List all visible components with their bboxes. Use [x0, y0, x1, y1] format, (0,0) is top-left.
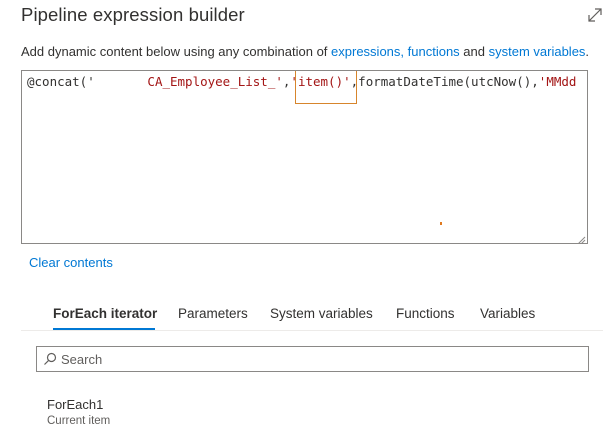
dialog-title: Pipeline expression builder: [21, 4, 245, 25]
cursor-marker: [440, 222, 442, 225]
dialog-description: Add dynamic content below using any comb…: [21, 44, 589, 59]
expression-editor[interactable]: @concat(' CA_Employee_List_','item()',fo…: [21, 70, 588, 244]
search-icon: [43, 352, 57, 366]
search-box[interactable]: [36, 346, 589, 372]
functions-link[interactable]: functions: [408, 44, 460, 59]
resize-grip-icon[interactable]: [576, 232, 586, 243]
tab-foreach-iterator[interactable]: ForEach iterator: [53, 306, 157, 321]
description-prefix: Add dynamic content below using any comb…: [21, 44, 332, 59]
tab-variables[interactable]: Variables: [480, 306, 535, 321]
list-item-title: ForEach1: [47, 397, 104, 412]
clear-contents-link[interactable]: Clear contents: [29, 255, 113, 270]
tab-bar: ForEach iterator Parameters System varia…: [21, 298, 603, 331]
tab-functions[interactable]: Functions: [396, 306, 455, 321]
description-suffix: .: [585, 44, 590, 59]
list-item-subtitle: Current item: [47, 415, 111, 427]
code-rest: ,formatDateTime(utcNow(),: [350, 74, 539, 89]
tab-system-variables[interactable]: System variables: [270, 306, 373, 321]
expressions-link[interactable]: expressions,: [331, 44, 404, 59]
code-prefix: @concat(': [27, 74, 95, 89]
tab-parameters[interactable]: Parameters: [178, 306, 248, 321]
active-tab-indicator: [53, 328, 155, 330]
expand-icon[interactable]: [586, 6, 603, 24]
code-string-filename: CA_Employee_List_': [147, 74, 283, 89]
code-gap: [95, 74, 148, 89]
code-string-item: 'item()': [290, 74, 351, 89]
search-input[interactable]: [61, 350, 571, 368]
description-middle: and: [459, 44, 489, 59]
system-variables-link[interactable]: system variables: [489, 44, 586, 59]
expression-code[interactable]: @concat(' CA_Employee_List_','item()',fo…: [27, 73, 576, 91]
list-item[interactable]: ForEach1 Current item: [47, 397, 347, 433]
code-string-format: 'MMdd: [538, 74, 577, 89]
